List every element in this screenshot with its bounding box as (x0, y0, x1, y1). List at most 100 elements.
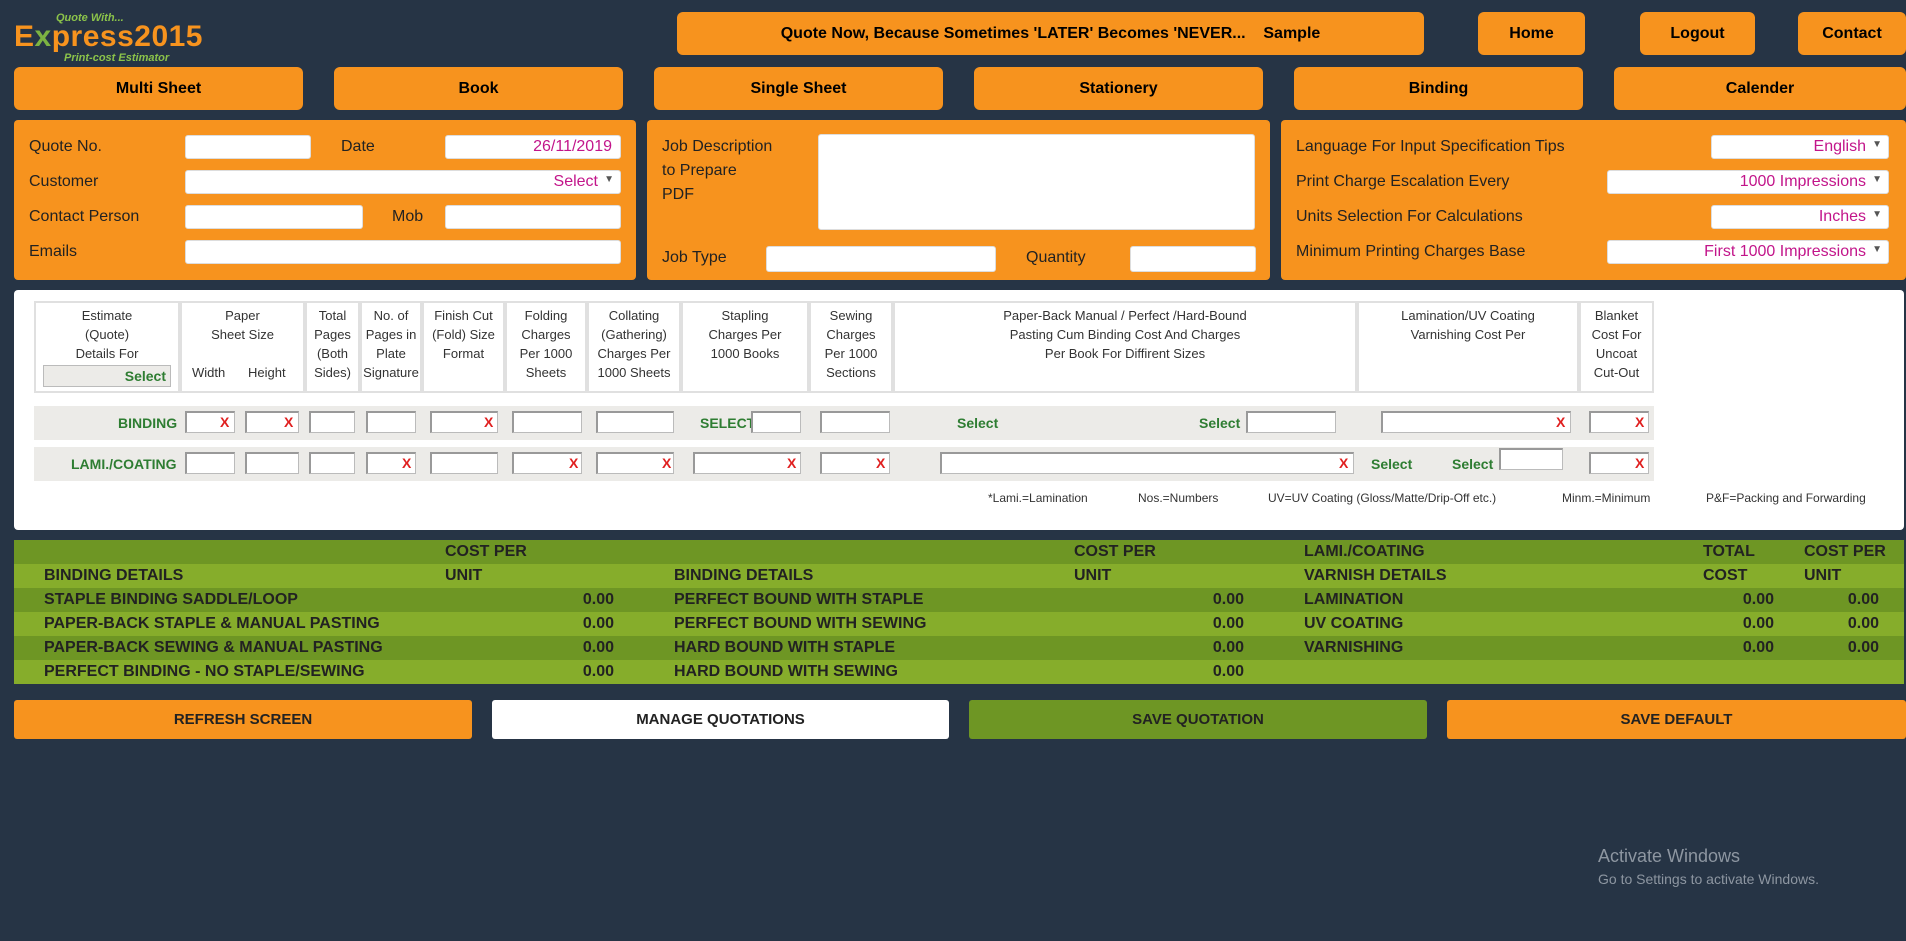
lamination-cost-input[interactable] (1381, 411, 1571, 433)
stapling-header-line: 1000 Books (710, 346, 780, 361)
logout-button[interactable]: Logout (1640, 12, 1755, 55)
tab-calender[interactable]: Calender (1614, 67, 1906, 110)
collating-charges-input[interactable] (596, 411, 674, 433)
logo-letters-rest: press2015 (51, 20, 203, 53)
total-pages-header: Total Pages (Both Sides) (305, 306, 360, 382)
estimate-header-line: (Quote) (84, 327, 130, 342)
tab-single-sheet[interactable]: Single Sheet (654, 67, 943, 110)
quantity-input[interactable] (1130, 246, 1256, 272)
finish-header-line: (Fold) Size (432, 327, 495, 342)
contact-person-input[interactable] (185, 205, 363, 229)
blanket-header: Blanket Cost For Uncoat Cut-Out (1579, 306, 1654, 382)
lami-size-select[interactable]: Select (1452, 456, 1493, 472)
pages-header-line: Plate (376, 346, 406, 361)
lami-stapling-input[interactable] (693, 452, 801, 474)
width-label: Width (192, 365, 226, 380)
total-pages-input[interactable] (309, 411, 355, 433)
summary-label: PERFECT BOUND WITH SEWING (674, 615, 927, 632)
save-default-button[interactable]: SAVE DEFAULT (1447, 700, 1906, 739)
contact-button[interactable]: Contact (1798, 12, 1906, 55)
stapling-header-line: Charges Per (708, 327, 782, 342)
units-select[interactable]: Inches ▼ (1711, 205, 1889, 229)
estimate-header-line: Estimate (81, 308, 133, 323)
legend-uv: UV=UV Coating (Gloss/Matte/Drip-Off etc.… (1268, 491, 1497, 505)
stapling-charges-input[interactable] (751, 411, 801, 433)
tab-stationery[interactable]: Stationery (974, 67, 1263, 110)
summary-row: STAPLE BINDING SADDLE/LOOP 0.00 PERFECT … (14, 588, 1904, 612)
finish-cut-header: Finish Cut (Fold) Size Format (422, 306, 505, 363)
error-x-icon: X (1635, 455, 1645, 471)
binding-header-line: Per Book For Diffirent Sizes (1044, 346, 1206, 361)
job-description-textarea[interactable] (818, 134, 1255, 230)
to-prepare-label: to Prepare (662, 162, 737, 179)
units-select-value: Inches (1818, 208, 1866, 225)
summary-label: HARD BOUND WITH SEWING (674, 663, 898, 680)
job-type-input[interactable] (766, 246, 996, 272)
binding-header-line: Pasting Cum Binding Cost And Charges (1009, 327, 1241, 342)
home-button[interactable]: Home (1478, 12, 1585, 55)
error-x-icon: X (569, 455, 579, 471)
min-base-select[interactable]: First 1000 Impressions ▼ (1607, 240, 1889, 264)
binding-size-select[interactable]: Select (1199, 415, 1240, 431)
sewing-header-line: Sections (826, 365, 876, 380)
settings-panel: Language For Input Specification Tips En… (1281, 120, 1906, 280)
paper-header-line: Sheet Size (211, 327, 274, 342)
summary-value: 0.00 (1212, 591, 1244, 608)
varnish-details-header: VARNISH DETAILS (1304, 567, 1447, 584)
lami-total-input[interactable] (309, 452, 355, 474)
binding-row-label: BINDING (118, 415, 178, 431)
lami-height-input[interactable] (245, 452, 299, 474)
lami-width-input[interactable] (185, 452, 235, 474)
estimate-select[interactable]: Select (43, 365, 171, 387)
sewing-header: Sewing Charges Per 1000 Sections (809, 306, 893, 382)
customer-select-value: Select (553, 173, 598, 190)
stapling-select[interactable]: SELECT (700, 415, 755, 431)
summary-value: 0.00 (582, 663, 614, 680)
lami-cost-input[interactable] (1499, 448, 1563, 470)
cost-per-header: COST PER (1804, 543, 1886, 560)
summary-label: VARNISHING (1304, 639, 1404, 656)
summary-total: 0.00 (1742, 591, 1774, 608)
language-select-value: English (1813, 138, 1866, 155)
customer-select[interactable]: Select ▼ (185, 170, 621, 194)
blanket-header-line: Cost For (1591, 327, 1642, 342)
mob-input[interactable] (445, 205, 621, 229)
save-quotation-button[interactable]: SAVE QUOTATION (969, 700, 1427, 739)
collating-header-line: (Gathering) (601, 327, 667, 342)
summary-label: LAMINATION (1304, 591, 1404, 608)
marquee-banner: Quote Now, Because Sometimes 'LATER' Bec… (677, 12, 1424, 55)
language-select[interactable]: English ▼ (1711, 135, 1889, 159)
lami-row-label: LAMI./COATING (71, 456, 177, 472)
manage-quotations-button[interactable]: MANAGE QUOTATIONS (492, 700, 949, 739)
lami-finish-input[interactable] (430, 452, 498, 474)
emails-input[interactable] (185, 240, 621, 264)
logo-subtitle: Print-cost Estimator (64, 52, 170, 64)
collating-header: Collating (Gathering) Charges Per 1000 S… (587, 306, 681, 382)
date-input[interactable]: 26/11/2019 (445, 135, 621, 159)
tab-multi-sheet[interactable]: Multi Sheet (14, 67, 303, 110)
sewing-charges-input[interactable] (820, 411, 890, 433)
pages-plate-input[interactable] (366, 411, 416, 433)
escalation-select[interactable]: 1000 Impressions ▼ (1607, 170, 1889, 194)
lami-coating-header: LAMI./COATING (1304, 543, 1425, 560)
error-x-icon: X (484, 414, 494, 430)
summary-value: 0.00 (582, 615, 614, 632)
pages-header-line: Pages in (365, 327, 417, 342)
lami-type-select[interactable]: Select (1371, 456, 1412, 472)
tab-book[interactable]: Book (334, 67, 623, 110)
refresh-screen-button[interactable]: REFRESH SCREEN (14, 700, 472, 739)
stapling-header-line: Stapling (721, 308, 769, 323)
summary-subheader-row: BINDING DETAILS UNIT BINDING DETAILS UNI… (14, 564, 1904, 588)
binding-type-select[interactable]: Select (957, 415, 998, 431)
lami-binding-input[interactable] (940, 452, 1354, 474)
quote-no-input[interactable] (185, 135, 311, 159)
legend-nos: Nos.=Numbers (1138, 491, 1219, 505)
folding-charges-input[interactable] (512, 411, 582, 433)
logo-brand: Express2015 (14, 20, 203, 54)
tab-binding[interactable]: Binding (1294, 67, 1583, 110)
cost-summary-panel: COST PER COST PER LAMI./COATING TOTAL CO… (14, 540, 1904, 694)
collating-header-line: Collating (608, 308, 660, 323)
binding-cost-input[interactable] (1246, 411, 1336, 433)
cost-header: COST (1703, 567, 1748, 584)
legend-pf: P&F=Packing and Forwarding (1706, 491, 1866, 505)
